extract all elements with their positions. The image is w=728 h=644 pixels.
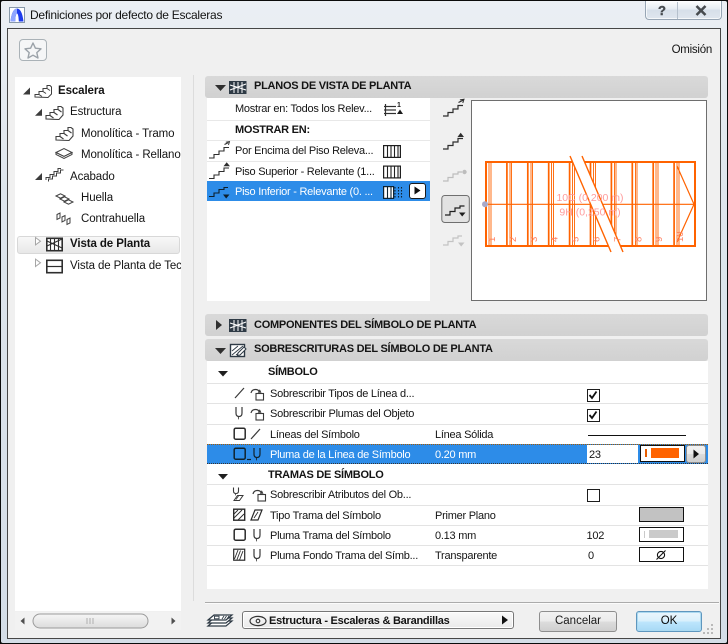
svg-text:7: 7 <box>612 237 623 242</box>
svg-text:4: 4 <box>550 237 561 242</box>
svg-text:6: 6 <box>592 237 603 242</box>
svg-text:10C (0,200 m): 10C (0,200 m) <box>556 192 623 204</box>
svg-text:1: 1 <box>397 102 401 109</box>
svg-text:9: 9 <box>654 237 665 242</box>
svg-text:8: 8 <box>633 237 644 242</box>
svg-text:?: ? <box>658 3 666 18</box>
svg-text:2: 2 <box>508 237 519 242</box>
svg-text:1: 1 <box>487 237 498 242</box>
svg-text:5: 5 <box>571 237 582 242</box>
svg-text:9H (0,250 m): 9H (0,250 m) <box>559 207 620 219</box>
svg-text:10: 10 <box>675 231 686 242</box>
svg-text:3: 3 <box>529 237 540 242</box>
